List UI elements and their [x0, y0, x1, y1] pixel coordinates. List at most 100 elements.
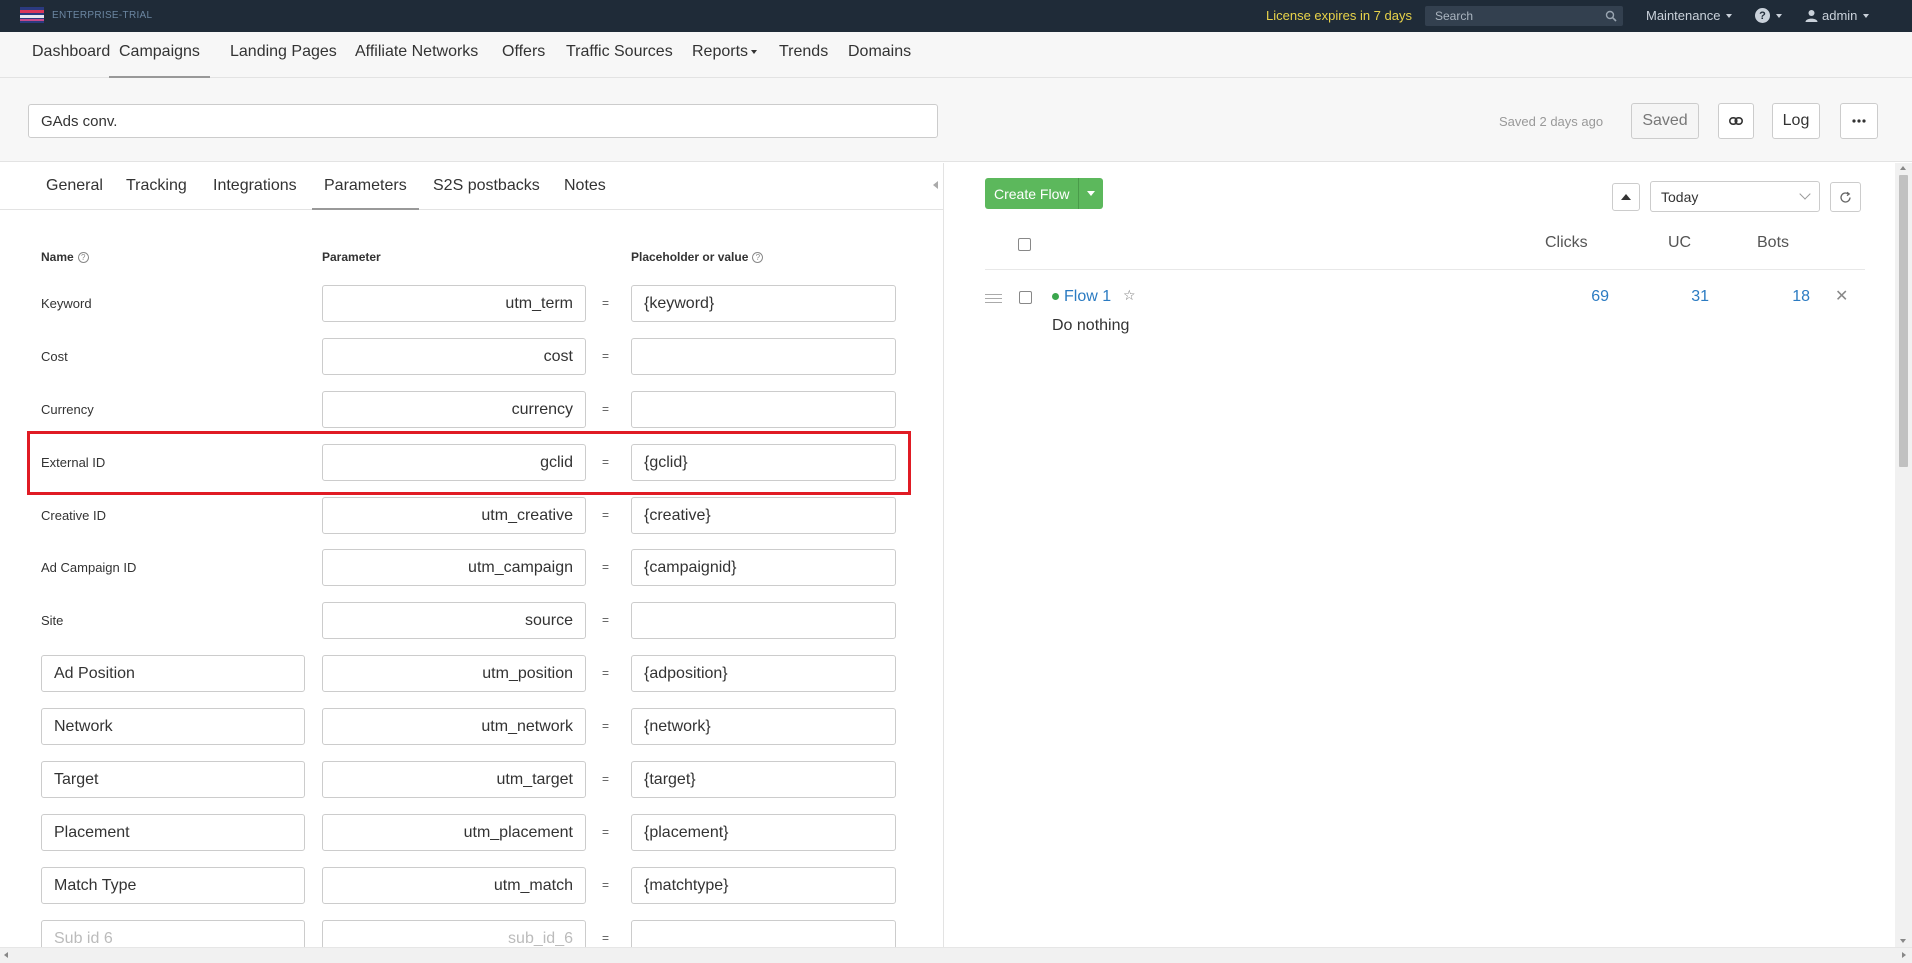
parameter-key-input[interactable] — [322, 444, 586, 481]
log-button[interactable]: Log — [1772, 103, 1820, 139]
parameter-name-input[interactable] — [41, 814, 305, 851]
more-options-button[interactable] — [1840, 103, 1878, 139]
search-input[interactable] — [1425, 6, 1595, 26]
flow-uc[interactable]: 31 — [1669, 288, 1709, 306]
star-icon[interactable]: ☆ — [1123, 287, 1136, 304]
nav-traffic-sources[interactable]: Traffic Sources — [566, 43, 673, 78]
refresh-icon — [1840, 191, 1851, 203]
scroll-up-icon[interactable] — [1900, 166, 1906, 170]
refresh-button[interactable] — [1830, 182, 1861, 212]
parameter-key-input[interactable] — [322, 655, 586, 692]
drag-handle-icon[interactable] — [985, 294, 1002, 303]
tab-s2s-postbacks[interactable]: S2S postbacks — [421, 177, 552, 210]
parameter-value-input[interactable] — [631, 497, 896, 534]
nav-dashboard[interactable]: Dashboard — [32, 43, 110, 78]
parameter-row-creative-id: Creative ID = — [0, 497, 943, 535]
parameter-value-input[interactable] — [631, 391, 896, 428]
maintenance-menu[interactable]: Maintenance — [1646, 8, 1733, 23]
parameter-key-input[interactable] — [322, 285, 586, 322]
parameter-name-label: Ad Campaign ID — [41, 560, 137, 575]
create-flow-button[interactable]: Create Flow — [985, 178, 1080, 209]
column-header-bots[interactable]: Bots — [1757, 234, 1789, 252]
nav-affiliate-networks[interactable]: Affiliate Networks — [355, 43, 478, 78]
parameter-value-input[interactable] — [631, 549, 896, 586]
scroll-right-icon[interactable] — [1902, 952, 1906, 958]
parameter-value-input[interactable] — [631, 920, 896, 947]
search-icon[interactable] — [1605, 10, 1617, 22]
parameter-value-input[interactable] — [631, 761, 896, 798]
parameter-key-input[interactable] — [322, 549, 586, 586]
parameter-key-input[interactable] — [322, 920, 586, 947]
parameter-name-label: Creative ID — [41, 508, 107, 523]
nav-landing-pages[interactable]: Landing Pages — [230, 43, 337, 78]
parameter-key-input[interactable] — [322, 497, 586, 534]
parameter-key-input[interactable] — [322, 338, 586, 375]
user-menu[interactable]: admin — [1805, 8, 1870, 23]
equals-sign: = — [602, 560, 610, 574]
main-nav: Dashboard Campaigns Landing Pages Affili… — [0, 32, 1912, 78]
column-header-clicks[interactable]: Clicks — [1545, 234, 1588, 252]
nav-reports[interactable]: Reports — [692, 43, 758, 78]
help-menu[interactable]: ? — [1755, 8, 1782, 23]
parameter-key-input[interactable] — [322, 761, 586, 798]
parameter-key-input[interactable] — [322, 708, 586, 745]
global-search[interactable] — [1425, 6, 1623, 26]
parameter-name-input[interactable] — [41, 867, 305, 904]
equals-sign: = — [602, 825, 610, 839]
parameter-value-input[interactable] — [631, 814, 896, 851]
campaign-name-input[interactable] — [28, 104, 938, 138]
create-flow-dropdown[interactable] — [1079, 178, 1104, 209]
tab-notes[interactable]: Notes — [552, 177, 618, 210]
tab-tracking[interactable]: Tracking — [114, 177, 199, 210]
select-all-checkbox[interactable] — [1018, 238, 1031, 251]
license-notice[interactable]: License expires in 7 days — [1266, 8, 1412, 23]
parameter-name-input[interactable] — [41, 655, 305, 692]
tab-general[interactable]: General — [34, 177, 115, 210]
nav-campaigns[interactable]: Campaigns — [109, 43, 210, 78]
parameter-key-input[interactable] — [322, 867, 586, 904]
horizontal-scrollbar[interactable] — [0, 947, 1912, 963]
nav-trends[interactable]: Trends — [779, 43, 828, 78]
info-icon[interactable]: ? — [752, 251, 764, 263]
parameter-value-input[interactable] — [631, 602, 896, 639]
sort-button[interactable] — [1612, 183, 1640, 211]
parameter-value-input[interactable] — [631, 708, 896, 745]
parameter-value-input[interactable] — [631, 338, 896, 375]
parameter-value-input[interactable] — [631, 655, 896, 692]
parameter-name-input[interactable] — [41, 920, 305, 947]
parameter-value-input[interactable] — [631, 285, 896, 322]
parameter-value-input[interactable] — [631, 444, 896, 481]
tab-parameters[interactable]: Parameters — [312, 177, 419, 210]
parameter-name-label: Currency — [41, 402, 94, 417]
parameter-key-input[interactable] — [322, 391, 586, 428]
info-icon[interactable]: ? — [77, 251, 89, 263]
column-header-parameter: Parameter — [322, 250, 381, 264]
collapse-panel-icon[interactable] — [933, 181, 938, 189]
saved-status: Saved 2 days ago — [1499, 114, 1604, 129]
tab-integrations[interactable]: Integrations — [201, 177, 309, 210]
date-range-select[interactable]: Today — [1650, 181, 1820, 212]
nav-offers[interactable]: Offers — [502, 43, 545, 78]
save-button[interactable]: Saved — [1631, 103, 1699, 139]
vertical-scrollbar[interactable] — [1895, 163, 1912, 947]
parameter-name-input[interactable] — [41, 761, 305, 798]
parameter-key-input[interactable] — [322, 814, 586, 851]
flow-checkbox[interactable] — [1019, 291, 1032, 304]
flow-clicks[interactable]: 69 — [1569, 288, 1609, 306]
flow-bots[interactable]: 18 — [1770, 288, 1810, 306]
scroll-thumb[interactable] — [1899, 175, 1908, 467]
column-header-uc[interactable]: UC — [1668, 234, 1691, 252]
nav-domains[interactable]: Domains — [848, 43, 911, 78]
parameter-key-input[interactable] — [322, 602, 586, 639]
parameter-row-ad-position: = — [0, 655, 943, 693]
copy-link-button[interactable] — [1718, 103, 1754, 139]
flow-name-link[interactable]: Flow 1 — [1064, 288, 1111, 306]
scroll-down-icon[interactable] — [1900, 939, 1906, 943]
parameter-row-sub-id-6: = — [0, 920, 943, 947]
close-icon[interactable]: ✕ — [1835, 286, 1848, 306]
parameter-value-input[interactable] — [631, 867, 896, 904]
flag-logo-icon[interactable] — [20, 7, 44, 23]
chevron-down-icon — [1087, 191, 1096, 196]
parameter-name-input[interactable] — [41, 708, 305, 745]
scroll-left-icon[interactable] — [4, 952, 8, 958]
